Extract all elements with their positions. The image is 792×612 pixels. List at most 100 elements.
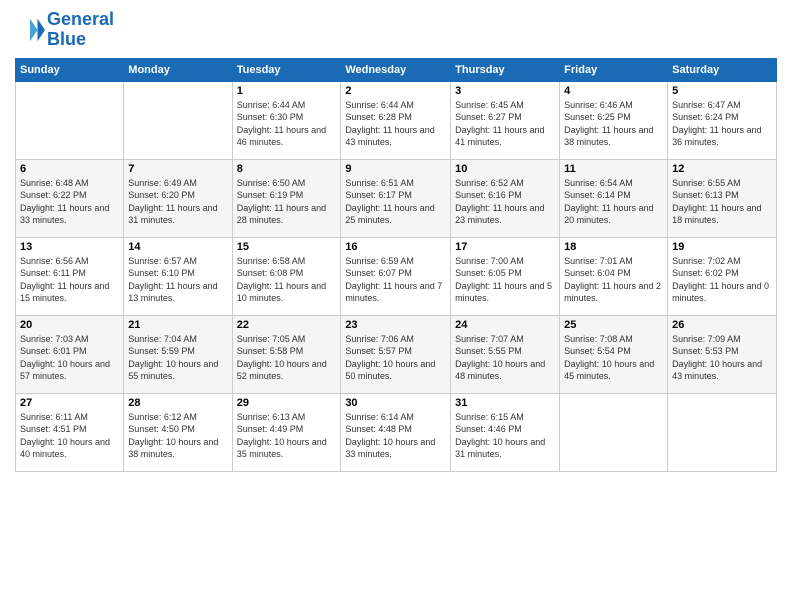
day-number: 14	[128, 241, 227, 253]
day-number: 31	[455, 397, 555, 409]
day-info: Sunrise: 7:02 AM Sunset: 6:02 PM Dayligh…	[672, 255, 772, 305]
logo-icon	[15, 15, 45, 45]
calendar-cell: 9 Sunrise: 6:51 AM Sunset: 6:17 PM Daylig…	[341, 159, 451, 237]
day-number: 27	[20, 397, 119, 409]
day-info: Sunrise: 6:57 AM Sunset: 6:10 PM Dayligh…	[128, 255, 227, 305]
day-info: Sunrise: 6:51 AM Sunset: 6:17 PM Dayligh…	[345, 177, 446, 227]
day-info: Sunrise: 7:03 AM Sunset: 6:01 PM Dayligh…	[20, 333, 119, 383]
day-info: Sunrise: 6:48 AM Sunset: 6:22 PM Dayligh…	[20, 177, 119, 227]
calendar-week-row: 6 Sunrise: 6:48 AM Sunset: 6:22 PM Daylig…	[16, 159, 777, 237]
day-info: Sunrise: 6:13 AM Sunset: 4:49 PM Dayligh…	[237, 411, 337, 461]
calendar-cell: 20 Sunrise: 7:03 AM Sunset: 6:01 PM Dayli…	[16, 315, 124, 393]
day-of-week-header: Tuesday	[232, 58, 341, 81]
calendar-week-row: 13 Sunrise: 6:56 AM Sunset: 6:11 PM Dayli…	[16, 237, 777, 315]
logo: General Blue	[15, 10, 114, 50]
calendar-cell: 14 Sunrise: 6:57 AM Sunset: 6:10 PM Dayli…	[124, 237, 232, 315]
day-number: 25	[564, 319, 663, 331]
day-number: 26	[672, 319, 772, 331]
calendar-cell: 29 Sunrise: 6:13 AM Sunset: 4:49 PM Dayli…	[232, 393, 341, 471]
day-info: Sunrise: 7:09 AM Sunset: 5:53 PM Dayligh…	[672, 333, 772, 383]
day-number: 22	[237, 319, 337, 331]
calendar-cell: 8Sunrise: 6:50 AM Sunset: 6:19 PM Daylig…	[232, 159, 341, 237]
calendar-cell: 25 Sunrise: 7:08 AM Sunset: 5:54 PM Dayli…	[560, 315, 668, 393]
day-info: Sunrise: 6:52 AM Sunset: 6:16 PM Dayligh…	[455, 177, 555, 227]
calendar-week-row: 20 Sunrise: 7:03 AM Sunset: 6:01 PM Dayli…	[16, 315, 777, 393]
day-number: 1	[237, 85, 337, 97]
day-info: Sunrise: 6:47 AM Sunset: 6:24 PM Dayligh…	[672, 99, 772, 149]
calendar-cell: 16 Sunrise: 6:59 AM Sunset: 6:07 PM Dayli…	[341, 237, 451, 315]
calendar-cell: 17Sunrise: 7:00 AM Sunset: 6:05 PM Dayli…	[451, 237, 560, 315]
day-of-week-header: Thursday	[451, 58, 560, 81]
day-number: 29	[237, 397, 337, 409]
day-number: 28	[128, 397, 227, 409]
calendar-week-row: 1 Sunrise: 6:44 AM Sunset: 6:30 PM Daylig…	[16, 81, 777, 159]
calendar-cell: 22 Sunrise: 7:05 AM Sunset: 5:58 PM Dayli…	[232, 315, 341, 393]
day-info: Sunrise: 6:49 AM Sunset: 6:20 PM Dayligh…	[128, 177, 227, 227]
calendar-cell: 24Sunrise: 7:07 AM Sunset: 5:55 PM Dayli…	[451, 315, 560, 393]
day-number: 3	[455, 85, 555, 97]
day-number: 10	[455, 163, 555, 175]
day-info: Sunrise: 7:00 AM Sunset: 6:05 PM Dayligh…	[455, 255, 555, 305]
logo-text: General Blue	[47, 10, 114, 50]
day-info: Sunrise: 6:58 AM Sunset: 6:08 PM Dayligh…	[237, 255, 337, 305]
calendar-cell: 26 Sunrise: 7:09 AM Sunset: 5:53 PM Dayli…	[668, 315, 777, 393]
calendar-cell: 7Sunrise: 6:49 AM Sunset: 6:20 PM Daylig…	[124, 159, 232, 237]
calendar-cell: 2Sunrise: 6:44 AM Sunset: 6:28 PM Daylig…	[341, 81, 451, 159]
day-info: Sunrise: 6:54 AM Sunset: 6:14 PM Dayligh…	[564, 177, 663, 227]
day-info: Sunrise: 6:44 AM Sunset: 6:28 PM Dayligh…	[345, 99, 446, 149]
page-header: General Blue	[15, 10, 777, 50]
calendar-cell: 21Sunrise: 7:04 AM Sunset: 5:59 PM Dayli…	[124, 315, 232, 393]
calendar-cell: 11 Sunrise: 6:54 AM Sunset: 6:14 PM Dayli…	[560, 159, 668, 237]
day-of-week-header: Sunday	[16, 58, 124, 81]
calendar-cell	[668, 393, 777, 471]
day-info: Sunrise: 6:56 AM Sunset: 6:11 PM Dayligh…	[20, 255, 119, 305]
calendar-header-row: SundayMondayTuesdayWednesdayThursdayFrid…	[16, 58, 777, 81]
calendar-cell: 6 Sunrise: 6:48 AM Sunset: 6:22 PM Daylig…	[16, 159, 124, 237]
day-number: 4	[564, 85, 663, 97]
day-info: Sunrise: 6:46 AM Sunset: 6:25 PM Dayligh…	[564, 99, 663, 149]
day-info: Sunrise: 6:55 AM Sunset: 6:13 PM Dayligh…	[672, 177, 772, 227]
calendar-cell: 10 Sunrise: 6:52 AM Sunset: 6:16 PM Dayli…	[451, 159, 560, 237]
day-number: 30	[345, 397, 446, 409]
calendar-table: SundayMondayTuesdayWednesdayThursdayFrid…	[15, 58, 777, 472]
day-number: 5	[672, 85, 772, 97]
day-info: Sunrise: 6:44 AM Sunset: 6:30 PM Dayligh…	[237, 99, 337, 149]
day-of-week-header: Saturday	[668, 58, 777, 81]
day-number: 21	[128, 319, 227, 331]
day-info: Sunrise: 7:06 AM Sunset: 5:57 PM Dayligh…	[345, 333, 446, 383]
day-number: 24	[455, 319, 555, 331]
calendar-cell: 23 Sunrise: 7:06 AM Sunset: 5:57 PM Dayli…	[341, 315, 451, 393]
calendar-cell: 27 Sunrise: 6:11 AM Sunset: 4:51 PM Dayli…	[16, 393, 124, 471]
day-number: 13	[20, 241, 119, 253]
day-info: Sunrise: 6:12 AM Sunset: 4:50 PM Dayligh…	[128, 411, 227, 461]
calendar-cell: 12 Sunrise: 6:55 AM Sunset: 6:13 PM Dayli…	[668, 159, 777, 237]
calendar-cell: 3Sunrise: 6:45 AM Sunset: 6:27 PM Daylig…	[451, 81, 560, 159]
day-number: 9	[345, 163, 446, 175]
day-info: Sunrise: 6:15 AM Sunset: 4:46 PM Dayligh…	[455, 411, 555, 461]
calendar-cell: 18 Sunrise: 7:01 AM Sunset: 6:04 PM Dayli…	[560, 237, 668, 315]
day-info: Sunrise: 7:01 AM Sunset: 6:04 PM Dayligh…	[564, 255, 663, 305]
day-number: 15	[237, 241, 337, 253]
day-info: Sunrise: 6:11 AM Sunset: 4:51 PM Dayligh…	[20, 411, 119, 461]
day-of-week-header: Friday	[560, 58, 668, 81]
calendar-cell	[16, 81, 124, 159]
day-info: Sunrise: 7:05 AM Sunset: 5:58 PM Dayligh…	[237, 333, 337, 383]
calendar-cell: 30Sunrise: 6:14 AM Sunset: 4:48 PM Dayli…	[341, 393, 451, 471]
calendar-week-row: 27 Sunrise: 6:11 AM Sunset: 4:51 PM Dayli…	[16, 393, 777, 471]
day-number: 16	[345, 241, 446, 253]
day-info: Sunrise: 7:08 AM Sunset: 5:54 PM Dayligh…	[564, 333, 663, 383]
day-number: 11	[564, 163, 663, 175]
calendar-cell: 15 Sunrise: 6:58 AM Sunset: 6:08 PM Dayli…	[232, 237, 341, 315]
day-number: 23	[345, 319, 446, 331]
day-number: 8	[237, 163, 337, 175]
day-number: 20	[20, 319, 119, 331]
day-number: 6	[20, 163, 119, 175]
calendar-cell: 13 Sunrise: 6:56 AM Sunset: 6:11 PM Dayli…	[16, 237, 124, 315]
calendar-cell: 28 Sunrise: 6:12 AM Sunset: 4:50 PM Dayli…	[124, 393, 232, 471]
day-number: 18	[564, 241, 663, 253]
calendar-cell: 31 Sunrise: 6:15 AM Sunset: 4:46 PM Dayli…	[451, 393, 560, 471]
day-info: Sunrise: 6:59 AM Sunset: 6:07 PM Dayligh…	[345, 255, 446, 305]
day-number: 12	[672, 163, 772, 175]
day-number: 19	[672, 241, 772, 253]
day-of-week-header: Monday	[124, 58, 232, 81]
